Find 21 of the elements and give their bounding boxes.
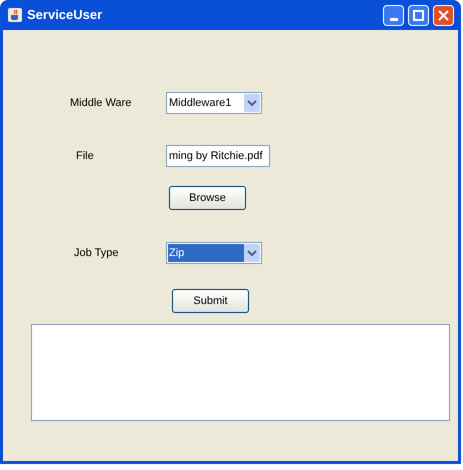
chevron-icon (244, 94, 260, 112)
maximize-button[interactable] (408, 4, 429, 26)
browse-button[interactable]: Browse (169, 186, 246, 210)
field-label: Job Type (74, 246, 120, 261)
dropdown[interactable]: Middleware1 (166, 92, 262, 114)
file-path-field[interactable]: ming by Ritchie.pdf (166, 145, 270, 167)
dropdown-value: Middleware1 (168, 96, 232, 111)
submit-button[interactable]: Submit (172, 289, 249, 313)
field-label: Middle Ware (70, 96, 132, 111)
minimize-button[interactable] (383, 4, 404, 26)
field-label: File (76, 148, 95, 164)
close-icon (438, 10, 449, 20)
dropdown-value: Zip (168, 244, 244, 262)
close-button[interactable] (433, 4, 454, 26)
cup-icon (7, 7, 23, 23)
dropdown[interactable]: Zip (166, 242, 262, 264)
output-text-area[interactable] (31, 324, 450, 421)
window-title: ServiceUser (27, 6, 104, 24)
maximize-icon (413, 10, 424, 20)
chevron-icon (244, 244, 260, 262)
minimize-icon (390, 18, 398, 20)
